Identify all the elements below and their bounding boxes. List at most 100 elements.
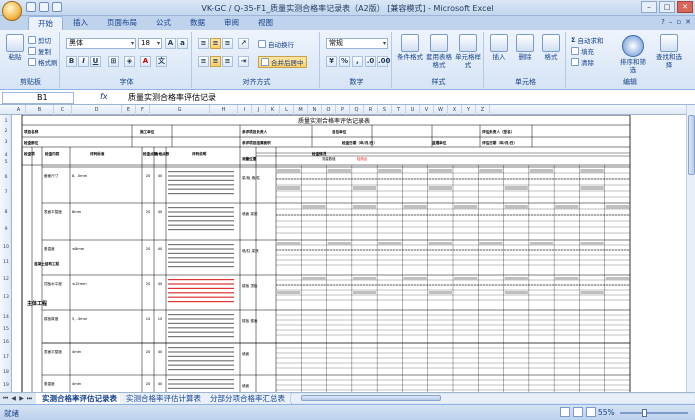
comma-button[interactable]: ,: [352, 56, 363, 67]
row-header-7[interactable]: 7: [0, 190, 12, 195]
align-bottom-button[interactable]: ≡: [222, 38, 233, 49]
zoom-slider-knob[interactable]: [642, 409, 647, 417]
next-sheet-button[interactable]: ▶: [18, 394, 25, 403]
bold-button[interactable]: B: [66, 56, 77, 67]
indent-button[interactable]: ⇥: [238, 56, 249, 67]
close-button[interactable]: ✕: [677, 1, 693, 13]
row-header-12[interactable]: 12: [0, 277, 12, 282]
column-header-L[interactable]: L: [280, 105, 294, 115]
tab-0[interactable]: 开始: [28, 16, 63, 30]
column-header-V[interactable]: V: [420, 105, 434, 115]
zoom-slider[interactable]: [620, 409, 688, 417]
increase-decimal-button[interactable]: .0: [365, 56, 376, 67]
office-button[interactable]: [2, 1, 22, 21]
autosum-button[interactable]: Σ 自动求和: [571, 35, 603, 45]
tab-5[interactable]: 审阅: [215, 16, 248, 30]
cut-button[interactable]: 剪切: [28, 35, 51, 45]
font-color-button[interactable]: A: [140, 56, 151, 67]
column-header-W[interactable]: W: [434, 105, 448, 115]
orientation-button[interactable]: ↗: [238, 38, 249, 49]
number-format-select[interactable]: 常规: [326, 38, 388, 49]
row-header-11[interactable]: 11: [0, 260, 12, 265]
font-size-select[interactable]: 18: [138, 38, 162, 49]
align-middle-button[interactable]: ≡: [210, 38, 221, 49]
row-header-9[interactable]: 9: [0, 227, 12, 232]
row-header-16[interactable]: 16: [0, 340, 12, 345]
find-select-button[interactable]: 查找和选择: [654, 34, 684, 69]
conditional-format-button[interactable]: 条件格式: [396, 34, 424, 61]
tab-6[interactable]: 视图: [249, 16, 282, 30]
column-header-C[interactable]: C: [54, 105, 72, 115]
row-header-14[interactable]: 14: [0, 315, 12, 320]
workbook-close-button[interactable]: ✕: [685, 18, 691, 26]
column-header-P[interactable]: P: [336, 105, 350, 115]
format-table-button[interactable]: 套用表格格式: [425, 34, 453, 69]
insert-cells-button[interactable]: 插入: [488, 34, 510, 61]
row-header-5[interactable]: 5: [0, 160, 12, 165]
column-header-X[interactable]: X: [448, 105, 462, 115]
clear-button[interactable]: 清除: [571, 57, 594, 67]
column-header-O[interactable]: O: [322, 105, 336, 115]
align-right-button[interactable]: ≡: [222, 56, 233, 67]
page-break-view-icon[interactable]: [586, 407, 596, 417]
row-header-8[interactable]: 8: [0, 210, 12, 215]
page-layout-view-icon[interactable]: [573, 407, 583, 417]
horizontal-scroll-thumb[interactable]: [301, 395, 441, 401]
workbook-restore-button[interactable]: ▫: [676, 18, 681, 26]
grow-font-button[interactable]: A: [165, 38, 176, 49]
horizontal-scrollbar[interactable]: [290, 394, 694, 403]
wrap-text-button[interactable]: 自动换行: [258, 39, 294, 49]
column-header-J[interactable]: J: [252, 105, 266, 115]
align-top-button[interactable]: ≡: [198, 38, 209, 49]
prev-sheet-button[interactable]: ◀: [10, 394, 17, 403]
first-sheet-button[interactable]: ⏮: [2, 394, 9, 403]
workbook-minimize-button[interactable]: –: [669, 18, 673, 26]
cell-styles-button[interactable]: 单元格样式: [454, 34, 482, 69]
column-header-N[interactable]: N: [308, 105, 322, 115]
tab-4[interactable]: 数据: [181, 16, 214, 30]
column-header-Y[interactable]: Y: [462, 105, 476, 115]
tab-1[interactable]: 插入: [64, 16, 97, 30]
formula-input[interactable]: 质量实测合格率评估记录: [128, 92, 216, 103]
minimize-button[interactable]: –: [641, 1, 657, 13]
tab-3[interactable]: 公式: [147, 16, 180, 30]
row-header-4[interactable]: 4: [0, 153, 12, 158]
column-header-H[interactable]: H: [210, 105, 238, 115]
align-center-button[interactable]: ≡: [210, 56, 221, 67]
column-header-Q[interactable]: Q: [350, 105, 364, 115]
fill-button[interactable]: 填充: [571, 46, 594, 56]
format-painter-button[interactable]: 格式刷: [28, 57, 58, 67]
row-header-19[interactable]: 19: [0, 383, 12, 388]
vertical-scroll-thumb[interactable]: [688, 115, 695, 175]
column-header-G[interactable]: G: [150, 105, 210, 115]
last-sheet-button[interactable]: ⏭: [26, 394, 33, 403]
column-header-M[interactable]: M: [294, 105, 308, 115]
column-header-D[interactable]: D: [72, 105, 122, 115]
column-header-B[interactable]: B: [26, 105, 54, 115]
maximize-button[interactable]: □: [659, 1, 675, 13]
paste-button[interactable]: 粘贴: [4, 34, 26, 61]
column-header-A[interactable]: A: [12, 105, 26, 115]
shrink-font-button[interactable]: a: [177, 38, 188, 49]
copy-button[interactable]: 复制: [28, 46, 51, 56]
name-box[interactable]: B1: [2, 92, 74, 104]
row-header-3[interactable]: 3: [0, 140, 12, 145]
underline-button[interactable]: U: [90, 56, 101, 67]
column-header-E[interactable]: E: [122, 105, 136, 115]
column-header-U[interactable]: U: [406, 105, 420, 115]
row-header-17[interactable]: 17: [0, 355, 12, 360]
worksheet[interactable]: 质量实测合格率评估记录表 项目名称 施工单位 参评项目负责人 总包单位 评估负责人（签名）…: [12, 115, 686, 392]
row-header-13[interactable]: 13: [0, 295, 12, 300]
fx-icon[interactable]: fx: [100, 92, 108, 101]
row-header-2[interactable]: 2: [0, 129, 12, 134]
format-cells-button[interactable]: 格式: [540, 34, 562, 61]
column-header-K[interactable]: K: [266, 105, 280, 115]
column-header-I[interactable]: I: [238, 105, 252, 115]
fill-color-button[interactable]: ◈: [124, 56, 135, 67]
merge-center-button[interactable]: 合并后居中: [258, 56, 307, 68]
column-header-T[interactable]: T: [392, 105, 406, 115]
column-header-Z[interactable]: Z: [476, 105, 490, 115]
row-header-10[interactable]: 10: [0, 245, 12, 250]
normal-view-icon[interactable]: [560, 407, 570, 417]
tab-2[interactable]: 页面布局: [98, 16, 146, 30]
